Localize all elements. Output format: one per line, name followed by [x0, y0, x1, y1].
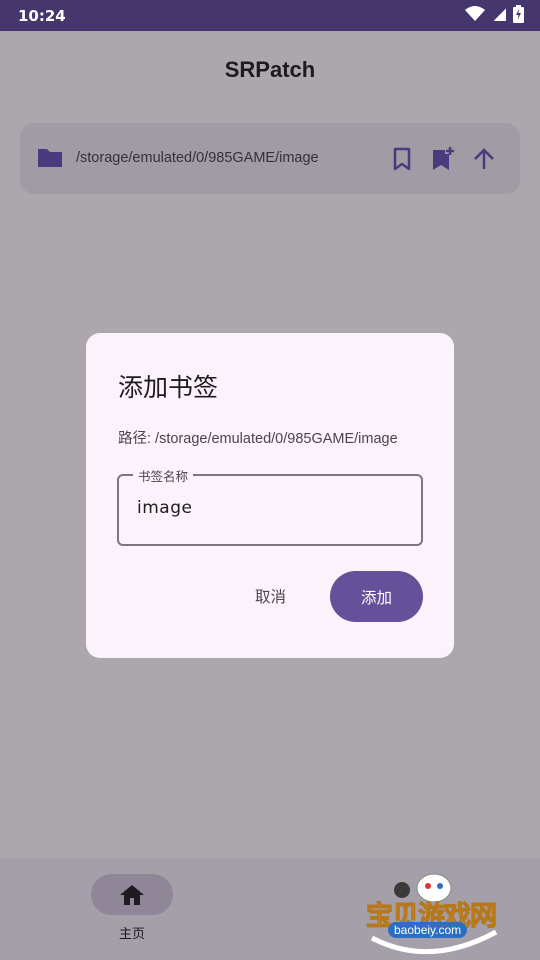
add-bookmark-button[interactable] [428, 144, 458, 174]
cancel-button[interactable]: 取消 [255, 585, 286, 607]
status-icons [465, 5, 524, 23]
add-bookmark-dialog: 添加书签 路径: /storage/emulated/0/985GAME/ima… [86, 333, 454, 658]
battery-icon [513, 5, 524, 23]
folder-icon [38, 149, 62, 167]
app-title: SRPatch [224, 57, 316, 82]
signal-icon [491, 6, 507, 22]
watermark-url: baobeiy.com [388, 922, 468, 938]
bookmark-name-label: 书签名称 [133, 466, 194, 485]
dialog-title: 添加书签 [118, 373, 219, 402]
nav-home-label: 主页 [118, 926, 145, 941]
bookmark-name-input[interactable] [137, 498, 407, 518]
path-bar: /storage/emulated/0/985GAME/image [20, 123, 520, 194]
bookmark-add-icon [433, 147, 454, 170]
nav-home[interactable] [91, 874, 173, 915]
add-button[interactable]: 添加 [330, 571, 423, 622]
status-bar: 10:24 [0, 0, 540, 31]
home-icon [120, 884, 144, 905]
arrow-up-icon [474, 148, 494, 169]
watermark-logo: 宝贝游戏网 baobeiy.com [360, 866, 510, 956]
status-time: 10:24 [18, 7, 66, 25]
wifi-icon [465, 6, 485, 21]
bookmarks-button[interactable] [387, 144, 417, 174]
bookmark-outline-icon [393, 147, 411, 171]
dialog-path: 路径: /storage/emulated/0/985GAME/image [118, 431, 398, 447]
bookmark-name-field[interactable]: 书签名称 [117, 466, 423, 546]
parent-directory-button[interactable] [469, 144, 499, 174]
current-path: /storage/emulated/0/985GAME/image [76, 150, 319, 166]
